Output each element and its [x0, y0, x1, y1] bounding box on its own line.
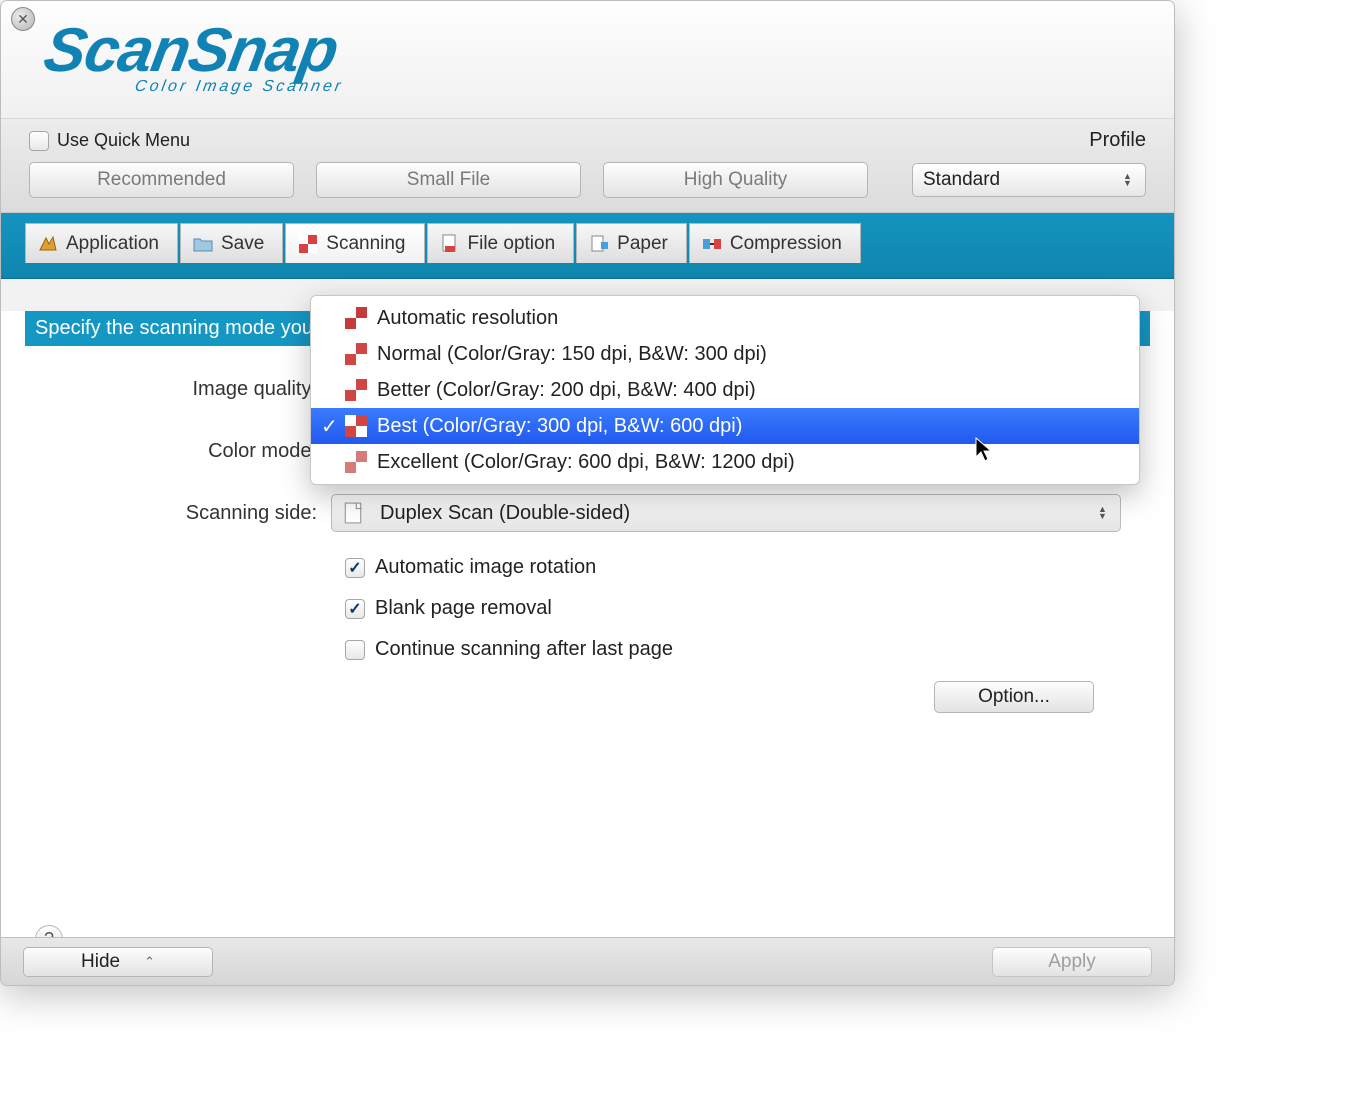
- logo-area: ScanSnap Color Image Scanner: [1, 1, 1174, 119]
- small-file-button[interactable]: Small File: [316, 162, 581, 198]
- tab-file-option[interactable]: File option: [427, 223, 575, 263]
- option-label: Best (Color/Gray: 300 dpi, B&W: 600 dpi): [377, 415, 742, 438]
- image-quality-label: Image quality:: [41, 378, 331, 401]
- apply-button[interactable]: Apply: [992, 947, 1152, 977]
- application-icon: [38, 234, 58, 254]
- image-quality-option[interactable]: Automatic resolution: [311, 300, 1139, 336]
- scanning-side-label: Scanning side:: [41, 502, 331, 525]
- scansnap-settings-window: ✕ ScanSnap Color Image Scanner Use Quick…: [0, 0, 1175, 986]
- continue-scan-label: Continue scanning after last page: [375, 638, 673, 661]
- color-mode-label: Color mode:: [41, 440, 331, 463]
- profile-select[interactable]: Standard ▲▼: [912, 163, 1146, 197]
- scanning-side-select[interactable]: Duplex Scan (Double-sided) ▲▼: [331, 494, 1121, 532]
- tab-scanning[interactable]: Scanning: [285, 223, 424, 263]
- blank-removal-checkbox[interactable]: [345, 599, 365, 619]
- hide-button[interactable]: Hide ⌃: [23, 947, 213, 977]
- image-quality-option[interactable]: Better (Color/Gray: 200 dpi, B&W: 400 dp…: [311, 372, 1139, 408]
- continue-scan-checkbox[interactable]: [345, 640, 365, 660]
- profile-select-value: Standard: [923, 169, 1000, 191]
- option-label: Excellent (Color/Gray: 600 dpi, B&W: 120…: [377, 451, 795, 474]
- use-quick-menu-checkbox[interactable]: [29, 131, 49, 151]
- profile-label: Profile: [1089, 129, 1146, 152]
- recommended-button[interactable]: Recommended: [29, 162, 294, 198]
- top-bar: Use Quick Menu Profile Recommended Small…: [1, 119, 1174, 213]
- page-icon: [342, 502, 364, 524]
- option-label: Normal (Color/Gray: 150 dpi, B&W: 300 dp…: [377, 343, 767, 366]
- tab-paper[interactable]: Paper: [576, 223, 687, 263]
- high-quality-button[interactable]: High Quality: [603, 162, 868, 198]
- updown-icon: ▲▼: [1098, 506, 1110, 520]
- tab-compression[interactable]: Compression: [689, 223, 861, 263]
- image-quality-option[interactable]: Best (Color/Gray: 300 dpi, B&W: 600 dpi): [311, 408, 1139, 444]
- scanning-side-value: Duplex Scan (Double-sided): [380, 502, 630, 525]
- use-quick-menu-label: Use Quick Menu: [57, 130, 190, 151]
- tab-save[interactable]: Save: [180, 223, 283, 263]
- chevron-up-icon: ⌃: [144, 954, 155, 970]
- image-quality-option[interactable]: Excellent (Color/Gray: 600 dpi, B&W: 120…: [311, 444, 1139, 480]
- compression-icon: [702, 234, 722, 254]
- auto-rotation-checkbox[interactable]: [345, 558, 365, 578]
- cursor-icon: [975, 437, 995, 463]
- image-quality-dropdown[interactable]: Automatic resolution Normal (Color/Gray: …: [310, 295, 1140, 485]
- option-label: Better (Color/Gray: 200 dpi, B&W: 400 dp…: [377, 379, 756, 402]
- logo-subtitle: Color Image Scanner: [133, 78, 344, 96]
- updown-icon: ▲▼: [1123, 173, 1135, 187]
- paper-icon: [589, 234, 609, 254]
- option-button[interactable]: Option...: [934, 681, 1094, 713]
- auto-rotation-label: Automatic image rotation: [375, 556, 596, 579]
- resolution-icon: [345, 415, 367, 437]
- logo-text: ScanSnap: [40, 23, 348, 79]
- close-button[interactable]: ✕: [11, 7, 35, 31]
- tab-application[interactable]: Application: [25, 223, 178, 263]
- scanning-icon: [298, 234, 318, 254]
- resolution-icon: [345, 343, 367, 365]
- folder-icon: [193, 234, 213, 254]
- option-label: Automatic resolution: [377, 307, 558, 330]
- resolution-icon: [345, 307, 367, 329]
- image-quality-option[interactable]: Normal (Color/Gray: 150 dpi, B&W: 300 dp…: [311, 336, 1139, 372]
- footer: Hide ⌃ Apply: [1, 937, 1174, 985]
- blank-removal-label: Blank page removal: [375, 597, 552, 620]
- tabs-bar: Application Save Scanning File option Pa…: [1, 213, 1174, 279]
- file-option-icon: [440, 234, 460, 254]
- resolution-icon: [345, 451, 367, 473]
- resolution-icon: [345, 379, 367, 401]
